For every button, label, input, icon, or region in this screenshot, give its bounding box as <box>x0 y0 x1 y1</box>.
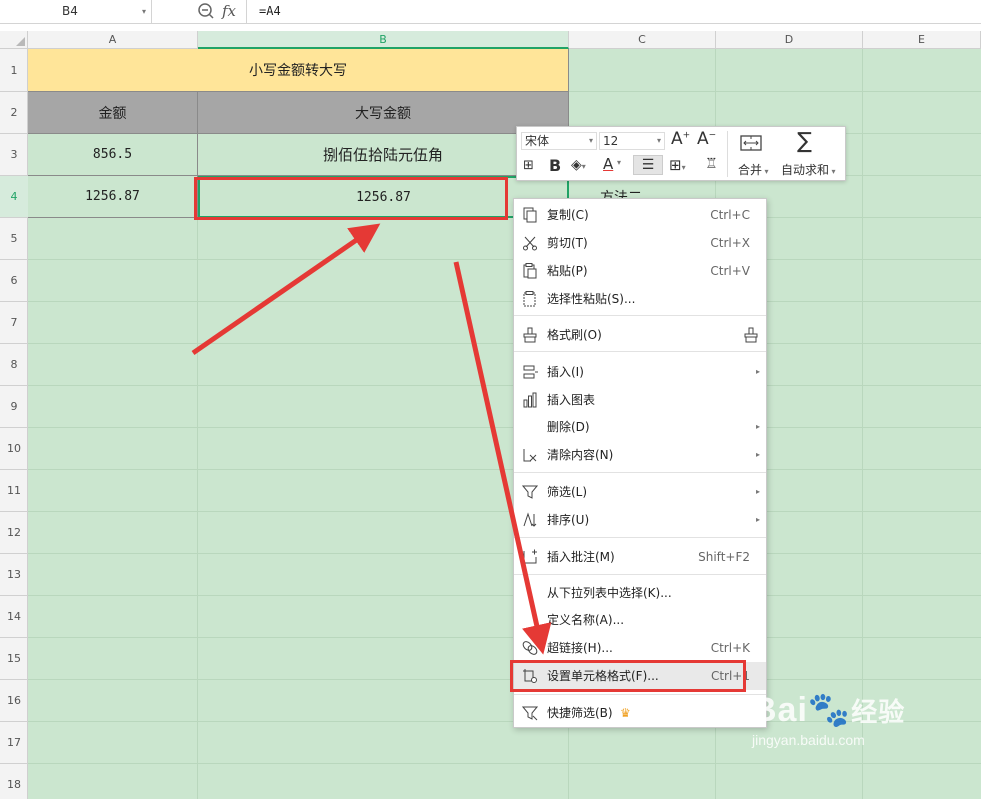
arrow-to-menu <box>453 261 552 655</box>
arrow-to-cell <box>191 223 381 356</box>
baidu-watermark: Bai🐾经验 jingyan.baidu.com <box>752 690 905 748</box>
annotation-arrows <box>191 223 552 655</box>
paw-icon: 🐾 <box>807 691 852 729</box>
watermark-brand: Bai <box>752 691 808 729</box>
watermark-brand-cn: 经验 <box>851 697 906 727</box>
watermark-url: jingyan.baidu.com <box>752 732 865 748</box>
